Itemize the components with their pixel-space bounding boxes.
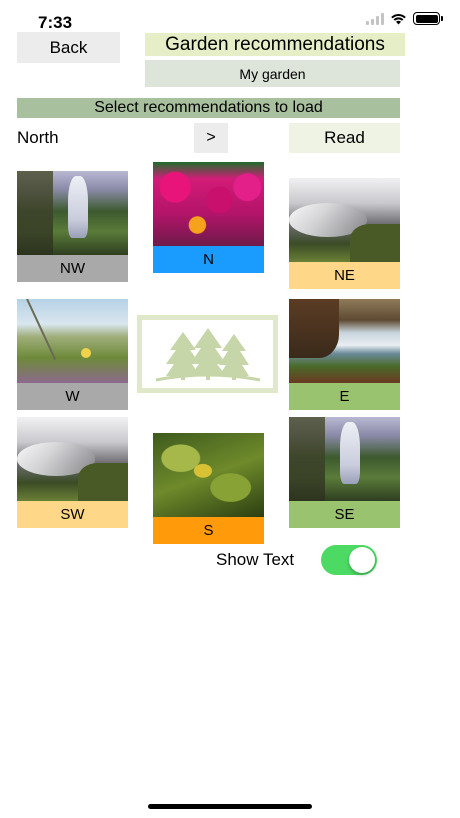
- tile-s[interactable]: S: [153, 433, 264, 544]
- tile-e-image[interactable]: [289, 299, 400, 383]
- garden-logo: [137, 315, 278, 393]
- tile-nw-image[interactable]: [17, 171, 128, 255]
- tile-ne-label[interactable]: NE: [289, 262, 400, 289]
- tile-n-image[interactable]: [153, 162, 264, 246]
- toggle-knob[interactable]: [349, 547, 375, 573]
- next-direction-button[interactable]: >: [194, 123, 228, 153]
- trees-logo-icon: [155, 328, 260, 382]
- tile-w[interactable]: W: [17, 299, 128, 410]
- tile-nw-label[interactable]: NW: [17, 255, 128, 282]
- status-icons: [366, 12, 443, 25]
- show-text-toggle[interactable]: [321, 545, 377, 575]
- tile-s-image[interactable]: [153, 433, 264, 517]
- wifi-icon: [391, 13, 406, 24]
- cellular-signal-icon: [366, 12, 384, 25]
- tile-nw[interactable]: NW: [17, 171, 128, 282]
- tile-sw-label[interactable]: SW: [17, 501, 128, 528]
- tile-ne[interactable]: NE: [289, 178, 400, 289]
- battery-icon: [413, 12, 443, 25]
- show-text-label: Show Text: [216, 550, 295, 569]
- tile-e[interactable]: E: [289, 299, 400, 410]
- current-direction-label: North: [17, 128, 59, 147]
- tile-se-label[interactable]: SE: [289, 501, 400, 528]
- my-garden-button[interactable]: My garden: [145, 60, 400, 87]
- tile-w-image[interactable]: [17, 299, 128, 383]
- tile-w-label[interactable]: W: [17, 383, 128, 410]
- read-button[interactable]: Read: [289, 123, 400, 153]
- status-time: 7:33: [38, 13, 73, 32]
- back-button[interactable]: Back: [17, 32, 120, 63]
- tile-sw[interactable]: SW: [17, 417, 128, 528]
- page-title: Garden recommendations: [145, 33, 405, 56]
- tile-se-image[interactable]: [289, 417, 400, 501]
- select-recommendations-banner: Select recommendations to load: [17, 98, 400, 118]
- tile-s-label[interactable]: S: [153, 517, 264, 544]
- tile-n[interactable]: N: [153, 162, 264, 273]
- tile-n-label[interactable]: N: [153, 246, 264, 273]
- tile-sw-image[interactable]: [17, 417, 128, 501]
- tile-se[interactable]: SE: [289, 417, 400, 528]
- tile-ne-image[interactable]: [289, 178, 400, 262]
- tile-e-label[interactable]: E: [289, 383, 400, 410]
- home-indicator[interactable]: [148, 804, 312, 809]
